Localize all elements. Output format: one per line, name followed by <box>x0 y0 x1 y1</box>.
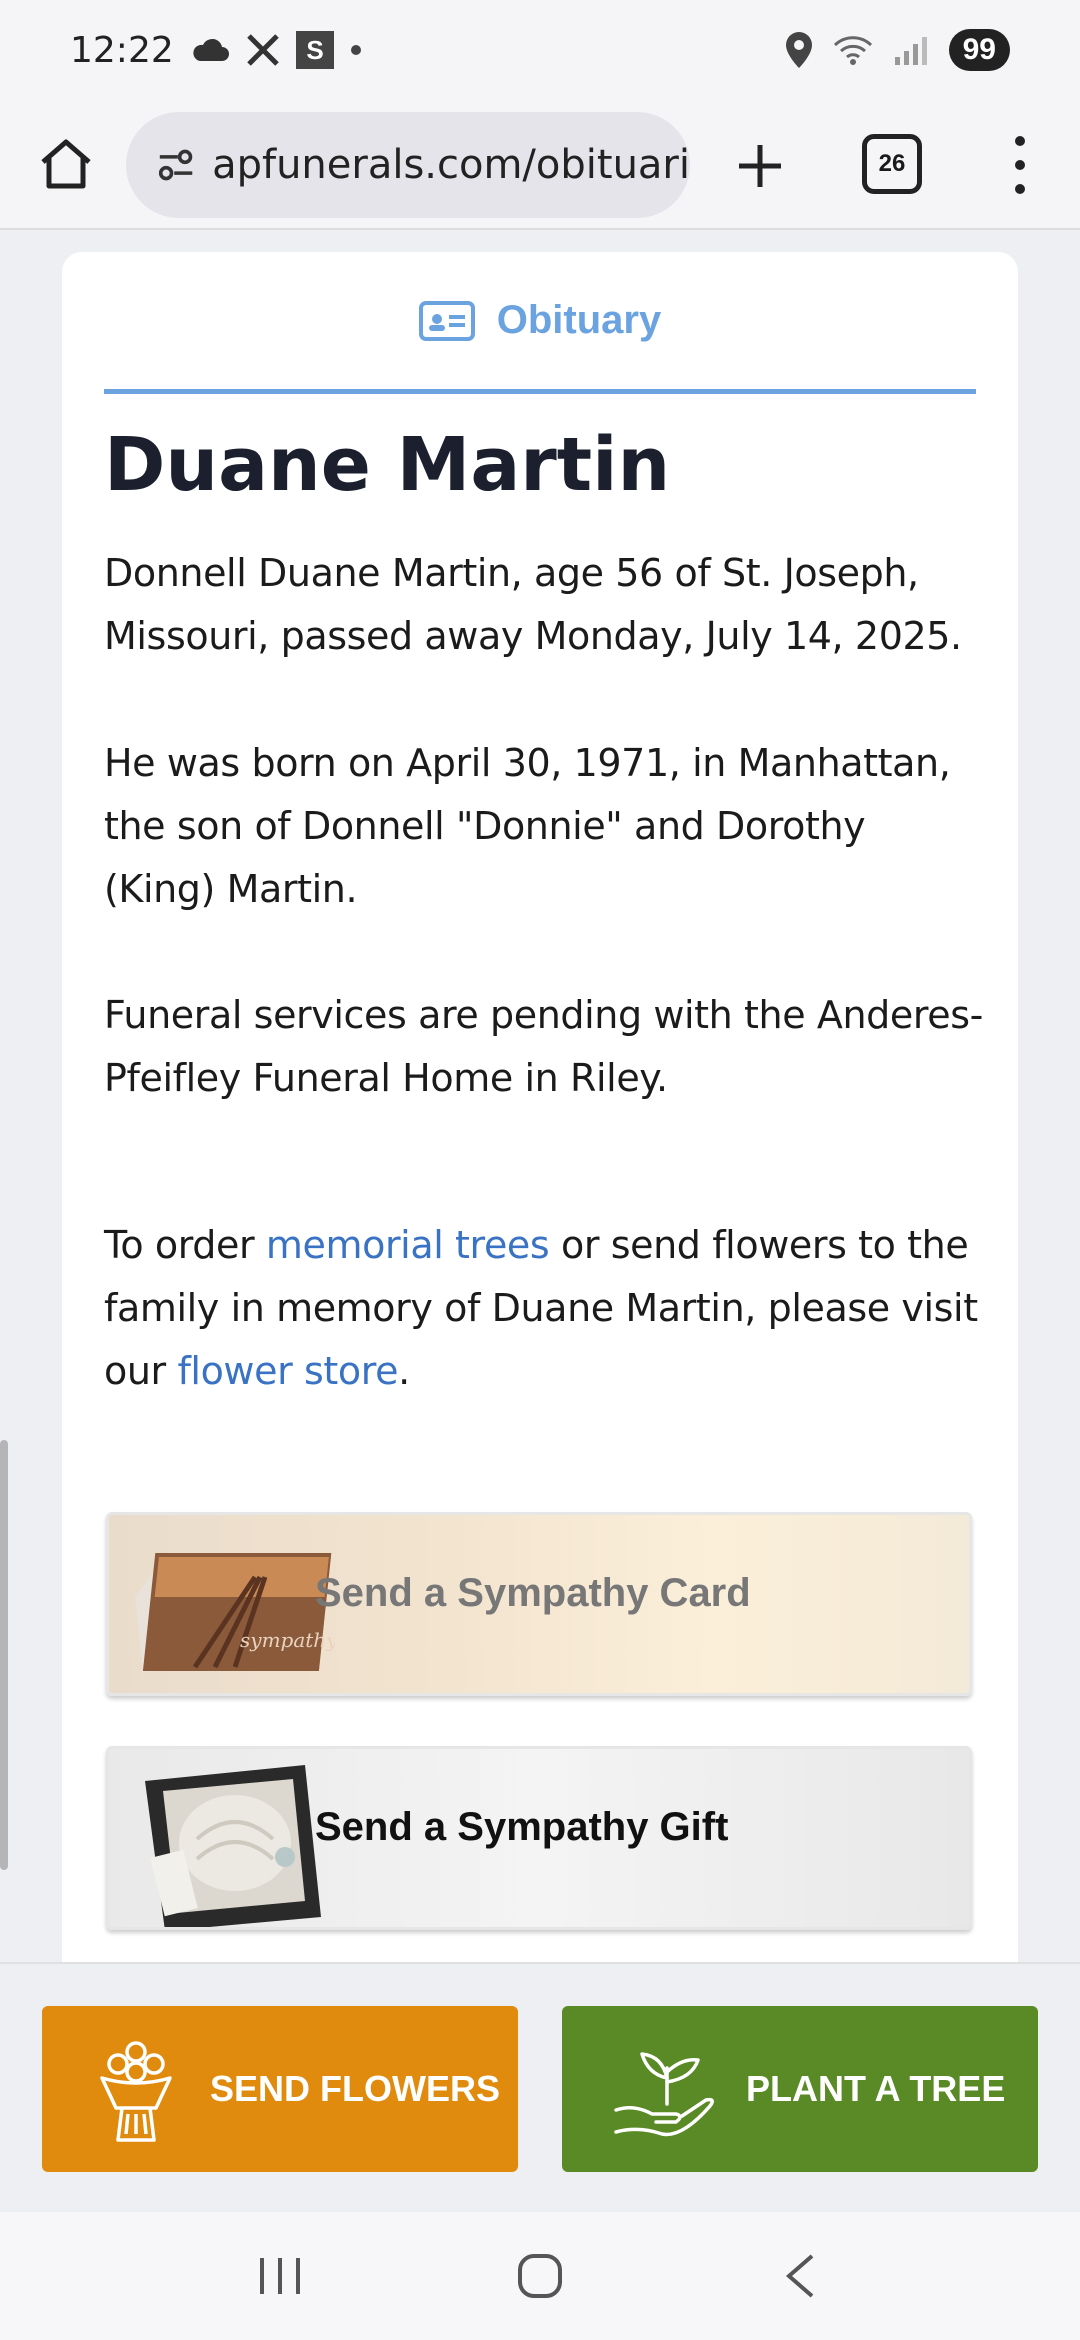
home-icon <box>41 139 91 189</box>
flower-store-link[interactable]: flower store <box>177 1349 398 1393</box>
more-icon <box>1015 136 1025 146</box>
hand-plant-icon <box>614 2052 714 2137</box>
sympathy-card-button[interactable]: sympathy Send a Sympathy Card <box>106 1512 972 1696</box>
address-bar[interactable]: apfunerals.com/obituari <box>126 112 690 218</box>
id-card-icon <box>418 300 475 341</box>
sympathy-gift-label: Send a Sympathy Gift <box>315 1805 729 1849</box>
recent-apps-button[interactable] <box>245 2241 315 2311</box>
sympathy-card-image: sympathy <box>135 1553 335 1673</box>
url-text: apfunerals.com/obituari <box>212 142 690 188</box>
home-button[interactable] <box>34 132 98 196</box>
sympathy-gift-button[interactable]: Send a Sympathy Gift <box>106 1746 972 1930</box>
status-bar: 12:22 S 99 <box>0 0 1080 100</box>
wifi-icon <box>833 36 872 65</box>
send-flowers-button[interactable]: SEND FLOWERS <box>42 2006 518 2172</box>
svg-text:S: S <box>306 35 323 65</box>
deceased-name: Duane Martin <box>104 422 671 508</box>
tab-switcher-button[interactable]: 26 <box>862 134 922 194</box>
location-icon <box>785 32 812 68</box>
memorial-trees-link[interactable]: memorial trees <box>266 1223 550 1267</box>
bouquet-icon <box>100 2041 172 2142</box>
s-app-icon: S <box>295 31 334 69</box>
home-nav-button[interactable] <box>505 2241 575 2311</box>
site-settings-icon[interactable] <box>158 148 194 182</box>
signal-icon <box>894 37 927 65</box>
dot-icon <box>350 45 361 55</box>
order-suffix: . <box>398 1349 410 1393</box>
send-flowers-label: SEND FLOWERS <box>210 2068 501 2109</box>
obituary-tab[interactable]: Obituary <box>104 252 976 394</box>
plant-tree-label: PLANT A TREE <box>746 2068 1006 2109</box>
more-menu-button[interactable] <box>1000 130 1040 200</box>
new-tab-button[interactable] <box>728 134 792 198</box>
obituary-paragraph-2: He was born on April 30, 1971, in Manhat… <box>104 741 951 911</box>
obituary-paragraph-3: Funeral services are pending with the An… <box>104 993 983 1100</box>
obituary-paragraph-1: Donnell Duane Martin, age 56 of St. Jose… <box>104 551 962 658</box>
sympathy-gift-image <box>145 1765 321 1927</box>
sympathy-card-label: Send a Sympathy Card <box>315 1571 751 1615</box>
obituary-card: Obituary Duane Martin Donnell Duane Mart… <box>62 252 1018 1972</box>
back-icon <box>785 2254 814 2298</box>
system-nav-bar <box>0 2212 1080 2340</box>
order-prefix: To order <box>104 1223 266 1267</box>
back-button[interactable] <box>765 2241 835 2311</box>
action-bar: SEND FLOWERS PLANT A TREE <box>0 1962 1080 2212</box>
battery-level: 99 <box>948 29 1010 71</box>
plus-icon <box>739 145 781 187</box>
status-time: 12:22 <box>70 29 174 71</box>
x-app-icon <box>246 34 279 66</box>
section-title: Obituary <box>496 298 662 342</box>
plant-tree-button[interactable]: PLANT A TREE <box>562 2006 1038 2172</box>
browser-toolbar: apfunerals.com/obituari 26 <box>0 100 1080 230</box>
home-nav-icon <box>518 2254 562 2298</box>
recent-apps-icon <box>260 2258 300 2294</box>
order-paragraph: To order memorial trees or send flowers … <box>104 1214 984 1403</box>
cloud-icon <box>193 38 229 61</box>
tab-count: 26 <box>878 150 906 177</box>
card-thumb-text: sympathy <box>240 1628 335 1652</box>
scrollbar[interactable] <box>0 1440 8 1870</box>
